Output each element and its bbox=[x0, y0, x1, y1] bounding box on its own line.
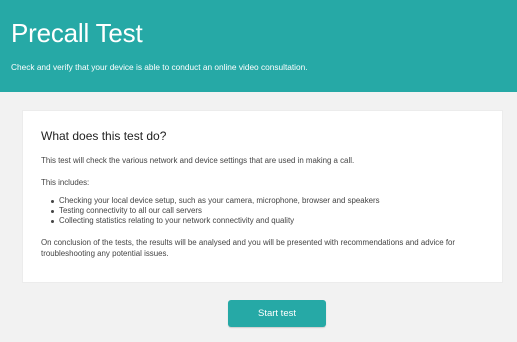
includes-list: Checking your local device setup, such a… bbox=[51, 196, 380, 226]
header-banner: Precall Test Check and verify that your … bbox=[0, 0, 517, 92]
page-title: Precall Test bbox=[11, 18, 143, 48]
list-item: Checking your local device setup, such a… bbox=[51, 196, 380, 205]
intro-text: This test will check the various network… bbox=[41, 156, 355, 165]
list-item: Testing connectivity to all our call ser… bbox=[51, 206, 380, 216]
page-subtitle: Check and verify that your device is abl… bbox=[11, 62, 308, 72]
card-heading: What does this test do? bbox=[41, 129, 167, 143]
info-card: What does this test do? This test will c… bbox=[22, 110, 503, 283]
list-item: Collecting statistics relating to your n… bbox=[51, 216, 380, 226]
start-test-button[interactable]: Start test bbox=[228, 300, 326, 327]
conclusion-text: On conclusion of the tests, the results … bbox=[41, 238, 456, 258]
includes-label: This includes: bbox=[41, 178, 90, 187]
